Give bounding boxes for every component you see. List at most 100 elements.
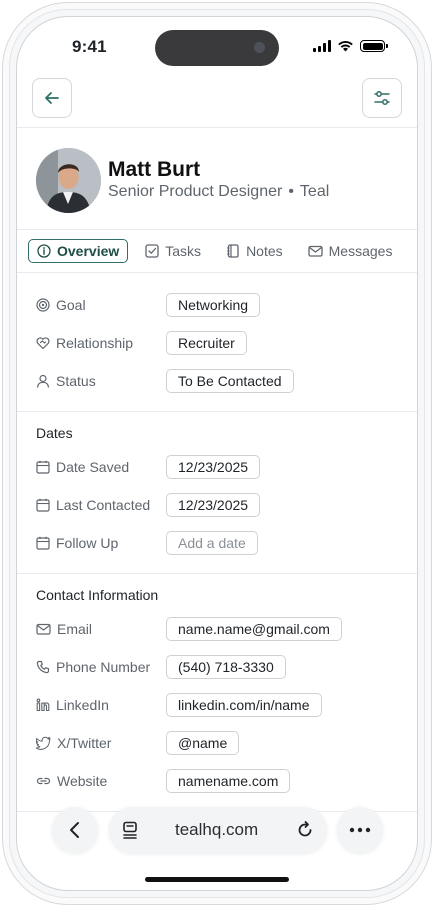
url-text: tealhq.com	[175, 820, 259, 839]
arrow-left-icon	[45, 92, 59, 104]
ellipsis-icon	[349, 827, 371, 833]
back-button[interactable]	[32, 78, 72, 118]
battery-icon	[360, 40, 388, 52]
signal-icon	[313, 40, 331, 52]
tabs-page-icon	[123, 821, 137, 839]
user-icon	[36, 374, 50, 388]
follow-up-label-wrap: Follow Up	[36, 535, 166, 551]
linkedin-label-wrap: LinkedIn	[36, 697, 166, 713]
calendar-icon	[36, 498, 50, 512]
linkedin-row: LinkedIn	[36, 693, 166, 717]
goal-chip[interactable]: Networking	[166, 293, 261, 317]
browser-back-button[interactable]	[52, 807, 98, 853]
status-row: Status	[36, 369, 166, 393]
status-chip[interactable]: To Be Contacted	[166, 369, 294, 393]
address-bar[interactable]: tealhq.com	[109, 807, 327, 853]
wifi-icon	[338, 40, 353, 52]
date-saved-chip[interactable]: 12/23/2025	[166, 455, 261, 479]
reload-icon[interactable]	[295, 820, 315, 840]
tab-label: Notes	[246, 243, 283, 259]
info-icon	[37, 244, 51, 258]
twitter-bird-icon	[36, 736, 51, 750]
heart-handshake-icon	[36, 337, 50, 350]
follow-up-row: Follow Up	[36, 531, 166, 555]
target-icon	[36, 298, 50, 312]
last-contacted-label: Last Contacted	[56, 497, 151, 513]
mail-icon	[36, 623, 51, 635]
twitter-row: X/Twitter	[36, 731, 166, 755]
relationship-label-wrap: Relationship	[36, 335, 166, 351]
link-icon	[36, 777, 51, 785]
email-chip[interactable]: name.name@gmail.com	[166, 617, 342, 641]
linkedin-icon	[36, 698, 50, 712]
phone-label: Phone Number	[56, 659, 151, 675]
twitter-label: X/Twitter	[57, 735, 112, 751]
tab-label: Overview	[57, 243, 120, 259]
profile-divider	[17, 229, 417, 230]
tab-notes[interactable]: Notes	[218, 239, 291, 263]
home-indicator[interactable]	[145, 877, 289, 882]
tab-tasks[interactable]: Tasks	[137, 239, 209, 263]
header-divider	[17, 127, 417, 128]
calendar-icon	[36, 460, 50, 474]
calendar-icon	[36, 536, 50, 550]
email-row: Email	[36, 617, 166, 641]
tabs-divider	[17, 272, 417, 273]
website-label: Website	[57, 773, 108, 789]
linkedin-chip[interactable]: linkedin.com/in/name	[166, 693, 322, 717]
checkbox-icon	[145, 244, 159, 258]
website-chip[interactable]: namename.com	[166, 769, 291, 793]
email-label: Email	[57, 621, 93, 637]
job-title: Senior Product Designer	[108, 183, 283, 200]
date-saved-row: Date Saved	[36, 455, 166, 479]
sliders-icon	[374, 91, 390, 105]
tab-messages[interactable]: Messages	[300, 239, 401, 263]
status-icons	[313, 40, 388, 52]
contact-subtitle: Senior Product Designer • Teal	[108, 183, 329, 201]
phone-chip[interactable]: (540) 718-3330	[166, 655, 286, 679]
chevron-left-icon	[70, 822, 79, 838]
camera-icon	[254, 42, 265, 53]
date-saved-label: Date Saved	[56, 459, 130, 475]
phone-screen: 9:41 Matt Burt Senior Product Designer •…	[16, 16, 418, 891]
calendar-icon	[417, 244, 418, 258]
twitter-label-wrap: X/Twitter	[36, 735, 166, 751]
filter-settings-button[interactable]	[362, 78, 402, 118]
dynamic-island	[155, 30, 279, 66]
email-label-wrap: Email	[36, 621, 166, 637]
last-contacted-row: Last Contacted	[36, 493, 166, 517]
phone-icon	[36, 660, 50, 674]
avatar-photo	[36, 148, 101, 213]
linkedin-label: LinkedIn	[56, 697, 109, 713]
tab-label: Tasks	[165, 243, 202, 259]
tab-label: Messages	[328, 243, 393, 259]
dates-section-title: Dates	[36, 425, 73, 441]
status-label: Status	[56, 373, 96, 389]
last-contacted-chip[interactable]: 12/23/2025	[166, 493, 261, 517]
last-contacted-label-wrap: Last Contacted	[36, 497, 166, 513]
goal-label: Goal	[56, 297, 86, 313]
status-time: 9:41	[72, 37, 107, 56]
mail-icon	[307, 245, 323, 257]
website-row: Website	[36, 769, 166, 793]
contact-name: Matt Burt	[108, 158, 201, 181]
tab-bar: Overview Tasks Notes Messages	[28, 239, 418, 263]
goal-row: Goal	[36, 293, 166, 317]
follow-up-label: Follow Up	[56, 535, 119, 551]
goal-label-wrap: Goal	[36, 297, 166, 313]
date-saved-label-wrap: Date Saved	[36, 459, 166, 475]
tab-more-partial[interactable]	[409, 239, 418, 263]
twitter-chip[interactable]: @name	[166, 731, 240, 755]
status-label-wrap: Status	[36, 373, 166, 389]
relationship-label: Relationship	[56, 335, 134, 351]
phone-label-wrap: Phone Number	[36, 659, 166, 675]
notebook-icon	[227, 244, 239, 258]
follow-up-date-input[interactable]: Add a date	[166, 531, 258, 555]
tab-overview[interactable]: Overview	[28, 239, 129, 263]
dates-divider	[17, 573, 417, 574]
relationship-row: Relationship	[36, 331, 166, 355]
more-options-button[interactable]	[337, 807, 383, 853]
avatar	[36, 148, 101, 213]
relationship-chip[interactable]: Recruiter	[166, 331, 247, 355]
separator-dot: •	[288, 183, 294, 200]
